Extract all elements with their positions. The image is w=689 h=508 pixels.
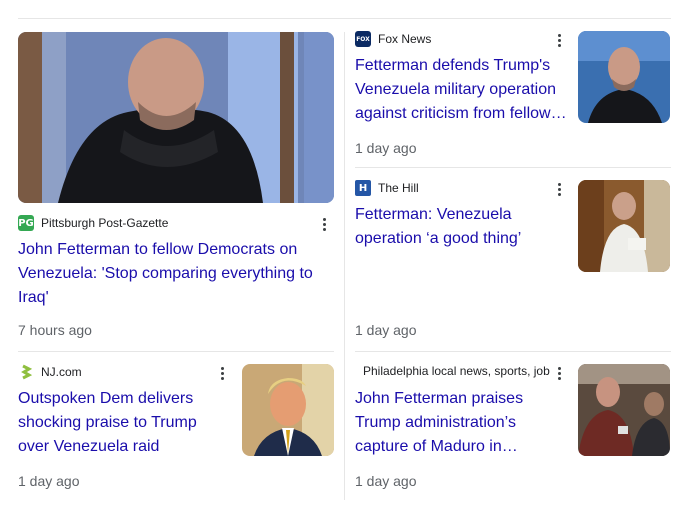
story-source: PG Pittsburgh Post-Gazette xyxy=(18,215,308,231)
story-timestamp: 1 day ago xyxy=(18,473,80,489)
row-divider xyxy=(355,351,671,352)
source-name: NJ.com xyxy=(41,365,82,379)
source-name: Pittsburgh Post-Gazette xyxy=(41,216,169,230)
more-options-icon[interactable] xyxy=(551,180,567,198)
story-card-the-hill[interactable]: H The Hill Fetterman: Venezuela operatio… xyxy=(355,176,671,340)
pg-logo-icon: PG xyxy=(18,215,34,231)
source-name: Philadelphia local news, sports, job xyxy=(363,364,550,378)
story-image[interactable] xyxy=(578,180,670,272)
story-image[interactable] xyxy=(578,31,670,123)
story-card-philadelphia[interactable]: Philadelphia local news, sports, job Joh… xyxy=(355,360,671,492)
story-headline[interactable]: John Fetterman to fellow Democrats on Ve… xyxy=(18,238,318,310)
source-name: The Hill xyxy=(378,181,419,195)
story-timestamp: 7 hours ago xyxy=(18,322,92,338)
story-headline[interactable]: Fetterman defends Trump's Venezuela mili… xyxy=(355,54,570,126)
story-image[interactable] xyxy=(242,364,334,456)
story-headline[interactable]: John Fetterman praises Trump administrat… xyxy=(355,387,570,459)
more-options-icon[interactable] xyxy=(316,215,332,233)
source-name: Fox News xyxy=(378,32,432,46)
story-image[interactable] xyxy=(18,32,334,203)
story-timestamp: 1 day ago xyxy=(355,473,417,489)
more-options-icon[interactable] xyxy=(551,364,567,382)
story-source: Philadelphia local news, sports, job xyxy=(355,364,555,378)
story-source: H The Hill xyxy=(355,180,555,196)
story-card-pittsburgh-post-gazette[interactable]: PG Pittsburgh Post-Gazette John Fetterma… xyxy=(18,32,334,344)
the-hill-logo-icon: H xyxy=(355,180,371,196)
row-divider xyxy=(18,351,334,352)
more-options-icon[interactable] xyxy=(214,364,230,382)
story-timestamp: 1 day ago xyxy=(355,140,417,156)
story-source: NJ.com xyxy=(18,364,218,380)
fox-news-logo-icon: FOX xyxy=(355,31,371,47)
story-timestamp: 1 day ago xyxy=(355,322,417,338)
story-source: FOX Fox News xyxy=(355,31,555,47)
story-card-njcom[interactable]: NJ.com Outspoken Dem delivers shocking p… xyxy=(18,360,334,492)
story-card-fox-news[interactable]: FOX Fox News Fetterman defends Trump's V… xyxy=(355,28,671,160)
more-options-icon[interactable] xyxy=(551,31,567,49)
story-image[interactable] xyxy=(578,364,670,456)
column-divider xyxy=(344,32,345,500)
section-top-divider xyxy=(18,18,671,19)
njcom-logo-icon xyxy=(18,364,34,380)
story-headline[interactable]: Outspoken Dem delivers shocking praise t… xyxy=(18,387,228,459)
story-headline[interactable]: Fetterman: Venezuela operation ‘a good t… xyxy=(355,203,570,251)
row-divider xyxy=(355,167,671,168)
